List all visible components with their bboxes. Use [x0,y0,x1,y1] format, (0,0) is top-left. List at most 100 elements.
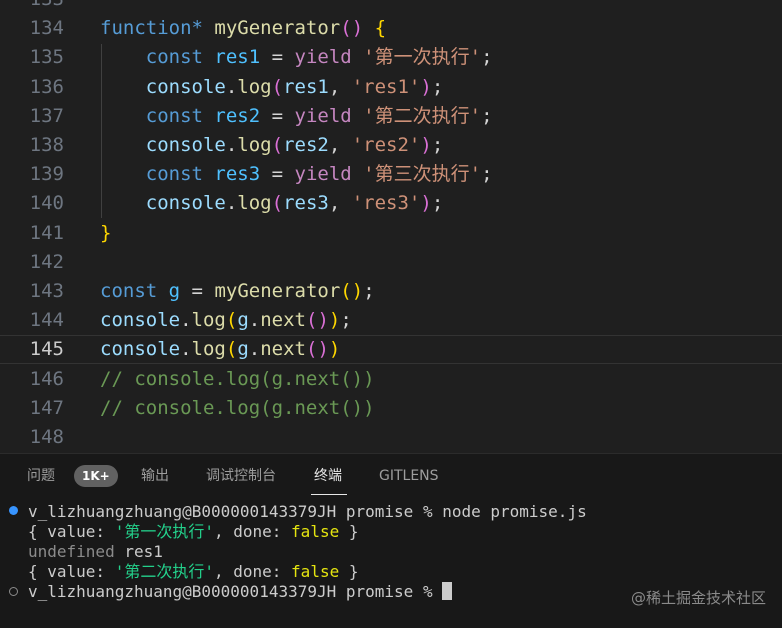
code-token: 'res3' [351,192,421,215]
code-token: res3 [214,163,261,186]
tab-gitlens[interactable]: GITLENS [379,466,439,486]
line-number: 139 [29,163,64,186]
line-number: 143 [29,280,64,302]
code-token: const [145,163,203,186]
code-token: '第二次执行' [363,104,482,127]
line-code: const res1 = yield '第一次执行'; [100,43,493,72]
code-token: log [237,75,272,98]
line-code: // console.log(g.next()) [100,394,375,423]
code-token: ; [363,280,375,302]
code-token: . [225,134,238,156]
tab-problems[interactable]: 问题 [27,466,55,486]
code-token: // console.log(g.next()) [100,396,375,419]
code-token: ( [271,134,284,156]
code-token: function [100,17,192,40]
code-line[interactable]: 142 [0,248,782,277]
watermark: @稀土掘金技术社区 [630,589,766,607]
terminal-output-line: undefined res1 [28,542,163,561]
command-pending-dot-icon[interactable] [9,587,18,596]
code-token: console [100,309,181,332]
line-number: 146 [29,367,64,390]
code-token: yield [294,46,352,69]
line-number: 138 [29,134,64,156]
line-code: console.log(res2, 'res2'); [100,131,444,160]
code-line[interactable]: 139 const res3 = yield '第三次执行'; [0,160,782,189]
code-token: , [328,134,352,156]
terminal-command-line: v_lizhuangzhuang@B000000143379JH promise… [28,502,587,521]
line-code: const g = myGenerator(); [100,277,375,306]
code-line[interactable]: 133 [0,0,782,14]
code-token: . [225,192,238,215]
tab-debug-console[interactable]: 调试控制台 [206,466,276,486]
line-number: 148 [29,426,64,448]
code-line[interactable]: 148 [0,423,782,452]
code-token: console [145,192,226,215]
code-token: . [225,75,238,98]
code-line[interactable]: 137 const res2 = yield '第二次执行'; [0,102,782,131]
code-token: next [260,309,306,332]
code-token: '第一次执行' [363,46,482,69]
code-line[interactable]: 146 // console.log(g.next()) [0,365,782,394]
line-code: const res2 = yield '第二次执行'; [100,102,493,131]
code-line[interactable]: 140 console.log(res3, 'res3'); [0,189,782,218]
code-token: res1 [214,46,261,69]
code-token: ( [305,309,318,332]
code-token: ) [317,309,329,332]
code-token: * [191,17,203,40]
tab-terminal[interactable]: 终端 [314,466,342,486]
code-line[interactable]: 134 function* myGenerator() { [0,14,782,43]
code-line[interactable]: 141} [0,219,782,248]
code-token: . [180,338,192,361]
code-line[interactable]: 138 console.log(res2, 'res2'); [0,131,782,160]
line-number: 144 [29,309,64,332]
tab-output[interactable]: 输出 [141,466,169,486]
code-token: , [328,75,352,98]
code-line[interactable]: 145 console.log(g.next()) [0,335,782,365]
line-number: 140 [29,192,64,215]
panel-tab-bar: 问题 1K+ 输出 调试控制台 终端 GITLENS [0,453,782,497]
code-token: log [237,192,272,215]
code-token: ; [431,134,444,156]
line-number: 142 [29,250,64,273]
code-token: . [180,309,192,332]
command-success-dot-icon[interactable] [9,506,18,515]
code-token: ; [340,309,352,332]
code-line[interactable]: 135 const res1 = yield '第一次执行'; [0,43,782,72]
code-token: res2 [214,104,261,127]
code-token: const [100,280,158,302]
code-line[interactable]: 143 const g = myGenerator(); [0,277,782,306]
line-code: console.log(g.next()) [100,336,340,363]
code-token: myGenerator [214,17,341,40]
code-line[interactable]: 147 // console.log(g.next()) [0,394,782,423]
code-token: ) [351,17,364,40]
code-line[interactable]: 144 console.log(g.next()); [0,306,782,335]
code-token: log [191,309,226,332]
code-token: log [237,134,272,156]
code-token: ( [271,192,284,215]
terminal-prompt-line[interactable]: v_lizhuangzhuang@B000000143379JH promise… [28,582,453,602]
code-token: ) [317,338,329,361]
code-token: res3 [283,192,329,215]
code-editor[interactable]: 133134function* myGenerator() {135 const… [0,0,782,453]
terminal[interactable]: v_lizhuangzhuang@B000000143379JH promise… [0,497,782,628]
problems-count-badge: 1K+ [74,465,118,487]
active-tab-indicator [311,494,347,495]
code-token: = [260,163,295,186]
code-token: ) [351,280,364,302]
code-token: ) [420,192,432,215]
line-code: } [100,219,111,248]
code-line[interactable]: 136 console.log(res1, 'res1'); [0,73,782,102]
code-token: console [145,75,226,98]
code-token: ) [420,134,432,156]
